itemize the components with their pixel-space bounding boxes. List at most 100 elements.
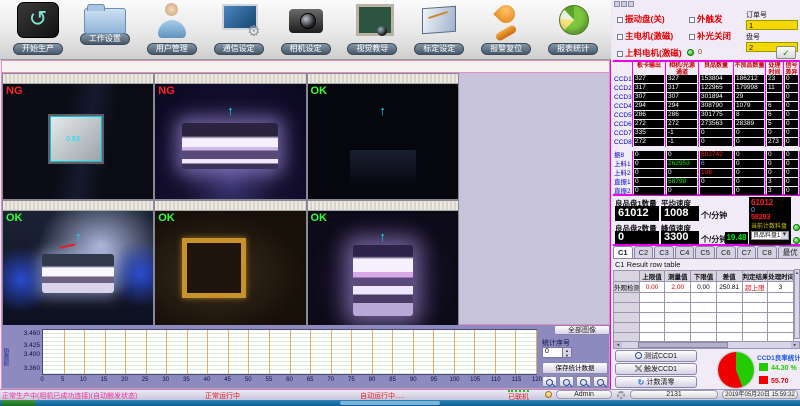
toolbar-button-2[interactable]: 工作设置 xyxy=(73,2,137,59)
cell-value: 6 xyxy=(767,111,782,119)
tray-select-dropdown[interactable]: 良品料盘1 xyxy=(751,231,789,240)
x-tick-label: 120 xyxy=(532,377,542,383)
camera-panel-6[interactable]: OK↑ xyxy=(307,200,459,327)
--button[interactable]: ↻计数清零 xyxy=(615,376,697,388)
table-cell: 308790 xyxy=(699,102,734,111)
toolbar-button-label: 标定设定 xyxy=(414,43,464,55)
gear-icon[interactable] xyxy=(617,391,625,399)
table-cell: 23 xyxy=(766,75,784,84)
camera-panel-4[interactable]: OK↑ xyxy=(2,200,154,327)
toolbar-button-7[interactable]: 标定设定 xyxy=(407,2,471,59)
taskbar-item[interactable] xyxy=(340,401,440,405)
tab-C2[interactable]: C2 xyxy=(634,246,654,258)
switch-1[interactable]: 振动盘(关) xyxy=(617,13,665,25)
toolbar-button-8[interactable]: 报警复位 xyxy=(474,2,538,59)
gridline xyxy=(495,330,496,374)
table-cell: 153804 xyxy=(699,75,734,84)
cell-value: 0 xyxy=(785,129,798,137)
cell-value: 0 xyxy=(785,111,798,119)
camera-panel-3[interactable]: OK↑ xyxy=(307,73,459,200)
checkbox-icon[interactable] xyxy=(617,51,623,57)
confirm-button[interactable]: ✓ xyxy=(776,46,796,59)
result-cell xyxy=(665,323,691,333)
current-user[interactable]: Admin xyxy=(556,390,612,399)
cell-value: -1 xyxy=(667,129,697,137)
x-tick-label: 55 xyxy=(266,377,273,383)
counter-line1: 61012 xyxy=(751,198,789,207)
result-cell xyxy=(639,303,665,313)
trend-plot[interactable] xyxy=(42,329,537,375)
tab-最优[interactable]: 最优 xyxy=(778,246,800,258)
zoom-region-icon[interactable] xyxy=(593,376,608,387)
table-cell: 0 xyxy=(633,169,666,178)
switch-4[interactable]: 补光关闭 xyxy=(689,30,731,42)
toolbar-button-1[interactable]: 开始生产 xyxy=(6,2,70,59)
checkbox-icon[interactable] xyxy=(689,34,695,40)
tab-C1[interactable]: C1 xyxy=(613,246,633,258)
checkbox-icon[interactable] xyxy=(617,34,623,40)
camera-panel-5[interactable]: OK xyxy=(154,200,306,327)
toolbar-button-label: 报警复位 xyxy=(481,43,531,55)
switch-3[interactable]: 主电机(激磁) xyxy=(617,30,673,42)
cell-value: 272 xyxy=(634,138,664,146)
row-label: CCD6 xyxy=(613,120,633,129)
table-cell: 179998 xyxy=(734,84,766,93)
y-tick-label: 3.360 xyxy=(12,365,40,372)
result-row-empty xyxy=(614,293,794,303)
-ccd1-button[interactable]: 测试CCD1 xyxy=(615,350,697,362)
all-images-button[interactable]: 全部图像 xyxy=(554,325,610,335)
switch-2[interactable]: 外触发 xyxy=(689,13,723,25)
statistic-serial-spinner[interactable]: 0 ▲▼ xyxy=(542,347,572,358)
cell-value: 0 xyxy=(785,75,798,83)
toolbar-button-label: 通信设定 xyxy=(214,43,264,55)
tab-C8[interactable]: C8 xyxy=(757,246,777,258)
row-label: CCD3 xyxy=(613,93,633,102)
toolbar-button-6[interactable]: 视觉教导 xyxy=(340,2,404,59)
save-statistics-button[interactable]: 保存统计数据 xyxy=(542,362,608,374)
result-label: OK xyxy=(158,212,175,224)
switch-5[interactable]: 上料电机(激磁) xyxy=(617,47,682,59)
table-row: 上料102629536000 xyxy=(613,160,800,169)
zoom-fit-icon[interactable] xyxy=(576,376,591,387)
camera-panel-titlebar xyxy=(308,201,458,211)
datetime-display: 2019年05月20日 15:59:32 xyxy=(722,390,798,399)
switch-label: 外触发 xyxy=(697,14,723,24)
table-row: 振800803742000 xyxy=(613,151,800,160)
cell-value: 153804 xyxy=(700,75,732,83)
-ccd1-button[interactable]: 触发CCD1 xyxy=(615,363,697,375)
tab-C3[interactable]: C3 xyxy=(654,246,674,258)
os-taskbar[interactable] xyxy=(0,400,800,406)
camera-panel-1[interactable]: NG0.63 xyxy=(2,73,154,200)
zoom-in-icon[interactable] xyxy=(542,376,557,387)
tab-C7[interactable]: C7 xyxy=(737,246,757,258)
toolbar-button-9[interactable]: 报表统计 xyxy=(541,2,605,59)
tab-C4[interactable]: C4 xyxy=(675,246,695,258)
table-cell: 0 xyxy=(784,187,800,196)
cell-value: 803742 xyxy=(700,151,732,159)
tab-C6[interactable]: C6 xyxy=(716,246,736,258)
camera-area-top-strip xyxy=(1,60,610,72)
cell-value: 0 xyxy=(767,169,782,177)
start-button[interactable] xyxy=(2,400,36,406)
toolbar-button-3[interactable]: 用户管理 xyxy=(140,2,204,59)
tab-C5[interactable]: C5 xyxy=(695,246,715,258)
result-table-hscrollbar[interactable]: ◄► xyxy=(613,341,800,349)
checkbox-icon[interactable] xyxy=(617,17,623,23)
table-cell: 317 xyxy=(633,84,666,93)
toolbar-button-5[interactable]: 相机设定 xyxy=(274,2,338,59)
average-speed-value: 1008 xyxy=(661,206,699,221)
table-cell: 0 xyxy=(784,138,800,147)
x-tick-label: 5 xyxy=(61,377,64,383)
zoom-out-icon[interactable] xyxy=(559,376,574,387)
cell-value: 0 xyxy=(634,160,664,168)
checkbox-icon[interactable] xyxy=(689,17,695,23)
result-cell xyxy=(742,323,768,333)
result-table-vscrollbar[interactable]: ▲ xyxy=(794,269,800,339)
result-cell xyxy=(768,293,794,303)
toolbar-button-4[interactable]: 通信设定 xyxy=(207,2,271,59)
table-corner xyxy=(613,62,633,75)
order-number-input[interactable]: 1 xyxy=(746,20,798,30)
camera-panel-2[interactable]: NG↑ xyxy=(154,73,306,200)
column-header: 板卡输出 xyxy=(633,62,666,75)
spinner-arrows-icon[interactable]: ▲▼ xyxy=(562,348,571,357)
